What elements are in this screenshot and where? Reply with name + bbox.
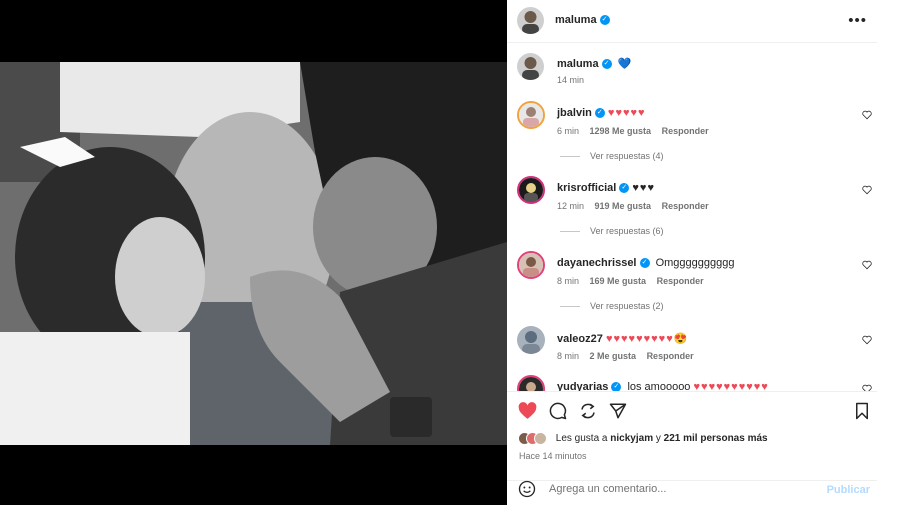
instagram-post-view: maluma ✓ ••• maluma ✓ 💙 14 min jbalvin ✓… (0, 0, 900, 505)
comment-text: Omgggggggggg (655, 257, 735, 269)
view-replies-label: Ver respuestas (2) (590, 301, 664, 311)
publish-button[interactable]: Publicar (827, 484, 870, 496)
comment-composer: Publicar (507, 472, 877, 505)
author-line: maluma ✓ (555, 14, 610, 26)
likes-summary: Les gusta a nickyjam y 221 mil personas … (518, 432, 768, 445)
commenter-avatar[interactable] (517, 326, 545, 354)
commenter-username[interactable]: krisrofficial (557, 182, 616, 194)
post-actions: Les gusta a nickyjam y 221 mil personas … (507, 391, 877, 481)
comment-meta: 12 min 919 Me gusta Responder (557, 201, 717, 211)
comment-meta: 6 min 1298 Me gusta Responder (557, 126, 717, 136)
likes-connector: y (655, 433, 661, 445)
verified-badge-icon: ✓ (619, 183, 630, 194)
comment-meta: 8 min 169 Me gusta Responder (557, 276, 712, 286)
verified-badge-icon: ✓ (594, 108, 605, 119)
likes-count-link[interactable]: 221 mil personas más (664, 433, 768, 444)
comment-line: dayanechrissel ✓ Omgggggggggg (557, 257, 734, 269)
caption-time: 14 min (557, 75, 592, 85)
comments-list[interactable]: maluma✓ 💙 14 min jbalvin✓ ♥♥♥♥♥ 6 min (507, 44, 877, 391)
heart-outline-icon[interactable] (862, 185, 872, 198)
comment-emoji: ♥♥♥♥♥♥♥♥♥😍 (605, 333, 689, 345)
likes-prefix: Les gusta a (555, 433, 608, 445)
bookmark-icon[interactable] (854, 402, 870, 423)
commenter-avatar[interactable] (517, 251, 545, 279)
comment-time: 8 min (557, 276, 580, 286)
reply-button[interactable]: Responder (657, 276, 704, 286)
commenter-avatar[interactable] (517, 101, 545, 129)
comment-input[interactable] (549, 480, 809, 498)
post-timestamp: Hace 14 minutos (519, 451, 587, 461)
post-photo[interactable] (0, 62, 507, 445)
post-details-panel: maluma ✓ ••• maluma ✓ 💙 14 min jbalvin ✓… (507, 0, 877, 505)
caption-timestamp: 14 min (557, 75, 585, 85)
view-replies-button[interactable]: Ver respuestas (6) (560, 226, 664, 236)
comment-emoji: ♥♥♥♥♥ (607, 107, 646, 119)
comment-time: 8 min (557, 351, 580, 361)
author-avatar[interactable] (517, 7, 544, 34)
comment-emoji: ♥♥♥♥♥♥♥♥♥♥ (693, 381, 769, 391)
liker-avatar (534, 432, 547, 445)
commenter-username[interactable]: dayanechrissel (557, 257, 637, 269)
caption-emoji: 💙 (617, 58, 632, 70)
comment-icon[interactable] (549, 402, 567, 423)
comment-meta: 8 min 2 Me gusta Responder (557, 351, 702, 361)
author-username[interactable]: maluma (555, 14, 597, 26)
view-replies-label: Ver respuestas (6) (590, 226, 664, 236)
verified-badge-icon: ✓ (599, 15, 610, 26)
reply-button[interactable]: Responder (662, 126, 709, 136)
comment-time: 6 min (557, 126, 580, 136)
comment-line: jbalvin ✓ ♥♥♥♥♥ (557, 107, 646, 119)
first-liker-link[interactable]: nickyjam (610, 433, 653, 444)
heart-filled-icon[interactable] (518, 402, 537, 423)
comment-likes[interactable]: 169 Me gusta (590, 276, 647, 286)
reply-button[interactable]: Responder (647, 351, 694, 361)
heart-outline-icon[interactable] (862, 335, 872, 348)
more-options-icon[interactable]: ••• (848, 12, 867, 29)
commenter-username[interactable]: yudyarias (557, 381, 608, 391)
emoji-icon[interactable] (518, 480, 536, 501)
post-header: maluma ✓ ••• (507, 0, 877, 43)
photo-illustration (0, 62, 507, 445)
comment-line: valeoz27 ♥♥♥♥♥♥♥♥♥😍 (557, 332, 688, 345)
verified-badge-icon: ✓ (639, 258, 650, 269)
comment-time: 12 min (557, 201, 585, 211)
commenter-avatar[interactable] (517, 375, 545, 391)
right-margin (877, 0, 900, 505)
reply-button[interactable]: Responder (662, 201, 709, 211)
comment-likes[interactable]: 919 Me gusta (595, 201, 652, 211)
verified-badge-icon: ✓ (601, 59, 612, 70)
comment-line: krisrofficial ✓ ♥♥♥ (557, 182, 655, 194)
commenter-username[interactable]: jbalvin (557, 107, 592, 119)
author-avatar[interactable] (517, 53, 544, 80)
comment-line: yudyarias ✓ los amooooo ♥♥♥♥♥♥♥♥♥♥ (557, 381, 769, 391)
send-icon[interactable] (609, 402, 627, 423)
view-replies-button[interactable]: Ver respuestas (2) (560, 301, 664, 311)
heart-outline-icon[interactable] (862, 110, 872, 123)
heart-outline-icon[interactable] (862, 384, 872, 391)
comment-emoji: ♥♥♥ (632, 182, 655, 194)
media-panel (0, 0, 507, 505)
heart-outline-icon[interactable] (862, 260, 872, 273)
share-icon[interactable] (579, 402, 597, 423)
verified-badge-icon: ✓ (611, 382, 622, 391)
comment-text: los amooooo (627, 381, 691, 391)
view-replies-label: Ver respuestas (4) (590, 151, 664, 161)
caption-username[interactable]: maluma (557, 58, 599, 70)
commenter-username[interactable]: valeoz27 (557, 333, 603, 345)
view-replies-button[interactable]: Ver respuestas (4) (560, 151, 664, 161)
comment-likes[interactable]: 1298 Me gusta (590, 126, 652, 136)
comment-likes[interactable]: 2 Me gusta (590, 351, 637, 361)
commenter-avatar[interactable] (517, 176, 545, 204)
caption-line: maluma ✓ 💙 (557, 57, 631, 70)
